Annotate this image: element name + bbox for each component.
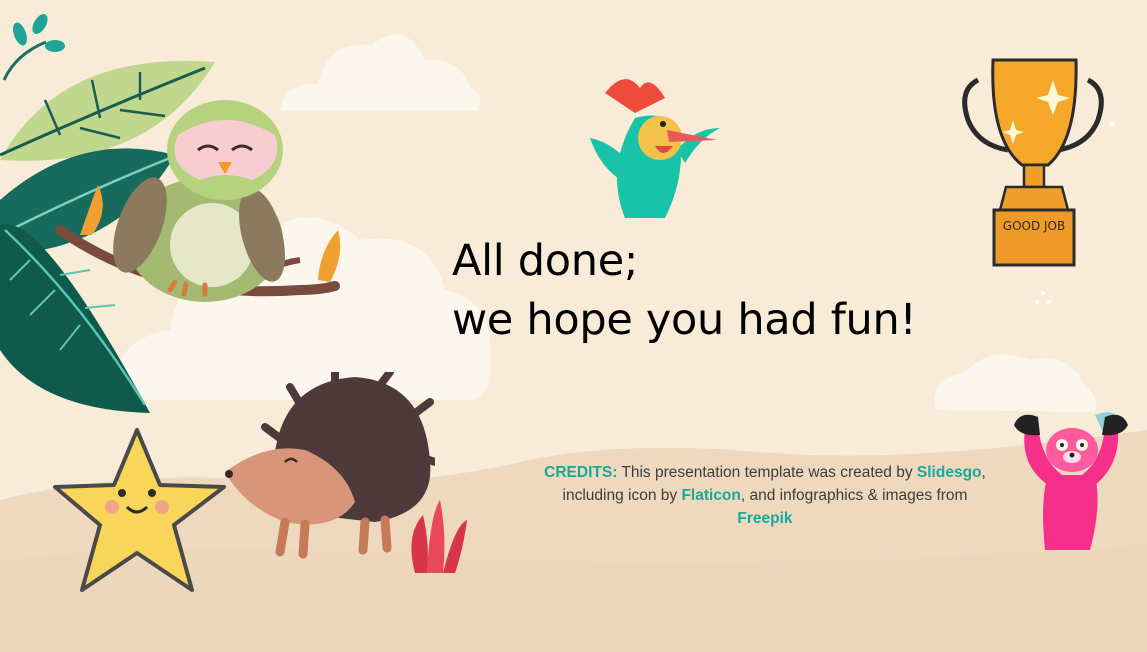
- trophy-illustration: GOOD JOB: [962, 58, 1115, 267]
- sparkle-decoration: [1035, 291, 1051, 304]
- title-line-2: we hope you had fun!: [452, 295, 917, 345]
- red-plant-illustration: [411, 500, 467, 573]
- slidesgo-link[interactable]: Slidesgo: [917, 464, 982, 481]
- credits-text-part: This presentation template was created b…: [617, 464, 917, 481]
- credits-text-part: , and infographics & images from: [740, 487, 968, 504]
- trophy-label: GOOD JOB: [1003, 219, 1065, 233]
- hedgehog-illustration: [225, 372, 435, 559]
- credits-text: CREDITS: This presentation template was …: [535, 461, 995, 530]
- freepik-link[interactable]: Freepik: [737, 510, 792, 527]
- slide-title: All done; we hope you had fun!: [452, 232, 917, 350]
- flaticon-link[interactable]: Flaticon: [681, 487, 740, 504]
- leaves-illustration: [0, 60, 341, 413]
- pink-creature-illustration: [1014, 412, 1128, 550]
- credits-label: CREDITS:: [544, 464, 618, 481]
- title-line-1: All done;: [452, 236, 639, 286]
- star-illustration: [53, 428, 226, 592]
- woodpecker-illustration: [590, 79, 720, 218]
- presentation-slide: GOOD JOB All done; we hope you had fun! …: [0, 0, 1147, 652]
